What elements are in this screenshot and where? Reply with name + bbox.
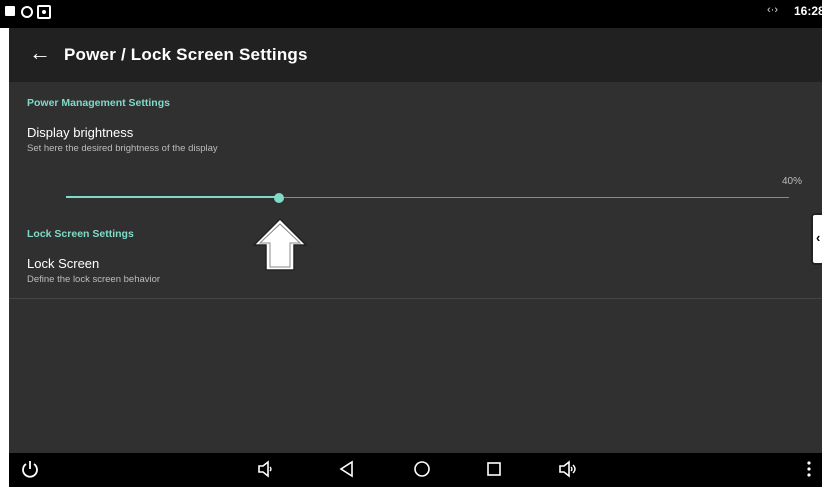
data-transfer-icon: ‹·› [767, 4, 778, 16]
screen: ‹·› 16:28 ← Power / Lock Screen Settings… [0, 0, 822, 487]
pref-display-brightness[interactable]: Display brightness Set here the desired … [9, 120, 822, 160]
divider [9, 298, 822, 299]
status-bar: ‹·› 16:28 [0, 0, 822, 28]
back-arrow-icon[interactable]: ← [29, 41, 51, 65]
power-icon[interactable] [21, 459, 39, 479]
app-bar: ← Power / Lock Screen Settings [9, 28, 822, 82]
square-notification-icon [5, 6, 15, 16]
pref-summary: Set here the desired brightness of the d… [27, 143, 218, 154]
section-header-lock: Lock Screen Settings [27, 228, 134, 240]
up-arrow-annotation-icon [252, 217, 308, 271]
section-header-power: Power Management Settings [27, 97, 170, 109]
back-icon[interactable] [338, 459, 356, 479]
pref-summary: Define the lock screen behavior [27, 274, 161, 285]
ring-notification-icon [21, 6, 33, 18]
recents-icon[interactable] [485, 459, 503, 479]
side-panel-handle[interactable]: ‹ [811, 213, 822, 265]
page-title: Power / Lock Screen Settings [64, 45, 308, 64]
more-vert-icon[interactable] [805, 459, 813, 479]
pref-title: Display brightness [27, 125, 134, 140]
volume-down-icon[interactable] [256, 459, 274, 479]
settings-list: Power Management Settings Display bright… [9, 82, 822, 453]
pref-lock-screen[interactable]: Lock Screen Define the lock screen behav… [9, 250, 822, 294]
slider-thumb[interactable] [274, 193, 284, 203]
chevron-left-icon: ‹ [816, 230, 821, 245]
status-time: 16:28 [794, 4, 822, 18]
brightness-value: 40% [782, 176, 803, 187]
brightness-slider[interactable] [66, 192, 789, 204]
home-icon[interactable] [412, 459, 432, 479]
navigation-bar [9, 453, 822, 487]
camera-notification-icon [37, 5, 51, 19]
slider-fill [66, 196, 279, 198]
pref-title: Lock Screen [27, 256, 100, 271]
volume-up-icon[interactable] [557, 459, 579, 479]
